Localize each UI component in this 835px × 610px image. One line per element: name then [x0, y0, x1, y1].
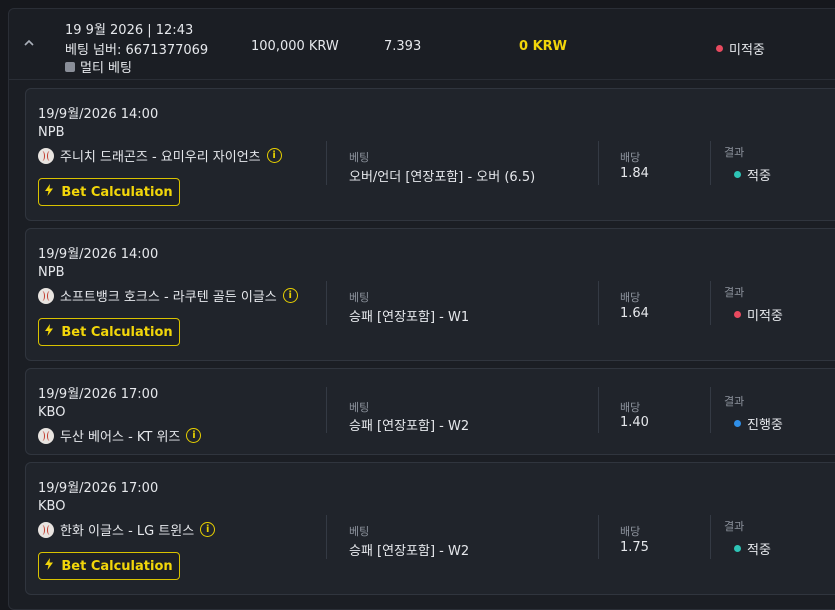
odds-value: 1.40: [620, 415, 649, 430]
bet-number: 베팅 넘버: 6671377069: [65, 43, 209, 58]
divider: [326, 141, 327, 185]
divider: [598, 141, 599, 185]
info-icon[interactable]: i: [186, 428, 202, 443]
odds-value: 1.64: [620, 306, 649, 321]
result-status-label: 진행중: [747, 418, 783, 433]
bet-label: 베팅: [349, 525, 370, 538]
league: KBO: [38, 405, 66, 420]
baseball-icon: [38, 427, 54, 444]
total-odds: 7.393: [384, 39, 422, 54]
divider: [326, 281, 327, 325]
bet-selection: 승패 [연장포함] - W1: [349, 310, 470, 325]
baseball-icon: [38, 521, 54, 538]
bet-type: 멀티 베팅: [65, 57, 132, 76]
chevron-up-icon[interactable]: [23, 37, 35, 49]
divider: [326, 515, 327, 559]
result-status: 진행중: [734, 414, 783, 433]
match: 주니치 드래곤즈 - 요미우리 자이언츠 i: [38, 146, 282, 165]
odds-label: 배당: [620, 291, 641, 304]
divider: [710, 387, 711, 433]
selection-card: 19/9월/2026 14:00 NPB 소프트뱅크 호크스 - 라쿠텐 골든 …: [25, 228, 835, 361]
divider: [710, 281, 711, 325]
selection-card: 19/9월/2026 14:00 NPB 주니치 드래곤즈 - 요미우리 자이언…: [25, 88, 835, 221]
info-icon[interactable]: i: [200, 522, 216, 537]
winnings: 0 KRW: [519, 39, 567, 54]
event-date: 19/9월/2026 17:00: [38, 481, 159, 496]
lightning-icon: [45, 324, 54, 340]
divider: [9, 79, 835, 80]
bet-calculation-button[interactable]: Bet Calculation: [38, 318, 180, 346]
bet-calculation-label: Bet Calculation: [61, 324, 173, 340]
info-icon[interactable]: i: [282, 288, 298, 303]
bet-status: 미적중: [716, 39, 765, 58]
match-label: 한화 이글스 - LG 트윈스: [60, 524, 195, 539]
selection-card: 19/9월/2026 17:00 KBO 한화 이글스 - LG 트윈스 i B…: [25, 462, 835, 595]
match: 한화 이글스 - LG 트윈스 i: [38, 520, 216, 539]
baseball-icon: [38, 287, 54, 304]
status-dot-icon: [734, 545, 741, 552]
match-label: 소프트뱅크 호크스 - 라쿠텐 골든 이글스: [60, 290, 277, 305]
league: NPB: [38, 125, 65, 140]
result-status: 적중: [734, 165, 771, 184]
bet-status-label: 미적중: [729, 43, 765, 58]
info-icon[interactable]: i: [266, 148, 282, 163]
bet-label: 베팅: [349, 151, 370, 164]
odds-value: 1.75: [620, 540, 649, 555]
odds-value: 1.84: [620, 166, 649, 181]
multi-bet-icon: [65, 61, 75, 72]
match-label: 주니치 드래곤즈 - 요미우리 자이언츠: [60, 150, 261, 165]
event-date: 19/9월/2026 17:00: [38, 387, 159, 402]
divider: [710, 515, 711, 559]
event-date: 19/9월/2026 14:00: [38, 247, 159, 262]
status-dot-icon: [716, 45, 723, 52]
result-status: 미적중: [734, 305, 783, 324]
match-label: 두산 베어스 - KT 위즈: [60, 430, 181, 445]
status-dot-icon: [734, 420, 741, 427]
league: NPB: [38, 265, 65, 280]
bet-selection: 오버/언더 [연장포함] - 오버 (6.5): [349, 170, 536, 185]
event-date: 19/9월/2026 14:00: [38, 107, 159, 122]
bet-selection: 승패 [연장포함] - W2: [349, 544, 470, 559]
bet-history-panel: 19 9월 2026 | 12:43 베팅 넘버: 6671377069 멀티 …: [8, 8, 835, 610]
odds-label: 배당: [620, 525, 641, 538]
lightning-icon: [45, 184, 54, 200]
result-status-label: 적중: [747, 169, 771, 184]
status-dot-icon: [734, 311, 741, 318]
match: 두산 베어스 - KT 위즈 i: [38, 426, 202, 445]
bet-calculation-button[interactable]: Bet Calculation: [38, 178, 180, 206]
baseball-icon: [38, 147, 54, 164]
divider: [598, 281, 599, 325]
divider: [598, 515, 599, 559]
result-label: 결과: [724, 146, 745, 159]
divider: [598, 387, 599, 433]
bet-calculation-button[interactable]: Bet Calculation: [38, 552, 180, 580]
result-label: 결과: [724, 395, 745, 408]
bet-type-label: 멀티 베팅: [80, 61, 132, 76]
result-status-label: 미적중: [747, 309, 783, 324]
lightning-icon: [45, 558, 54, 574]
bet-date: 19 9월 2026 | 12:43: [65, 23, 194, 38]
bet-label: 베팅: [349, 291, 370, 304]
bet-selection: 승패 [연장포함] - W2: [349, 419, 470, 434]
status-dot-icon: [734, 171, 741, 178]
bet-calculation-label: Bet Calculation: [61, 558, 173, 574]
result-label: 결과: [724, 520, 745, 533]
result-label: 결과: [724, 286, 745, 299]
bet-summary-header[interactable]: 19 9월 2026 | 12:43 베팅 넘버: 6671377069 멀티 …: [9, 9, 835, 79]
result-status: 적중: [734, 539, 771, 558]
divider: [710, 141, 711, 185]
result-status-label: 적중: [747, 543, 771, 558]
league: KBO: [38, 499, 66, 514]
match: 소프트뱅크 호크스 - 라쿠텐 골든 이글스 i: [38, 286, 298, 305]
bet-amount: 100,000 KRW: [251, 39, 339, 54]
bet-label: 베팅: [349, 401, 370, 414]
odds-label: 배당: [620, 151, 641, 164]
odds-label: 배당: [620, 401, 641, 414]
bet-calculation-label: Bet Calculation: [61, 184, 173, 200]
divider: [326, 387, 327, 433]
selection-card: 19/9월/2026 17:00 KBO 두산 베어스 - KT 위즈 i 베팅…: [25, 368, 835, 455]
